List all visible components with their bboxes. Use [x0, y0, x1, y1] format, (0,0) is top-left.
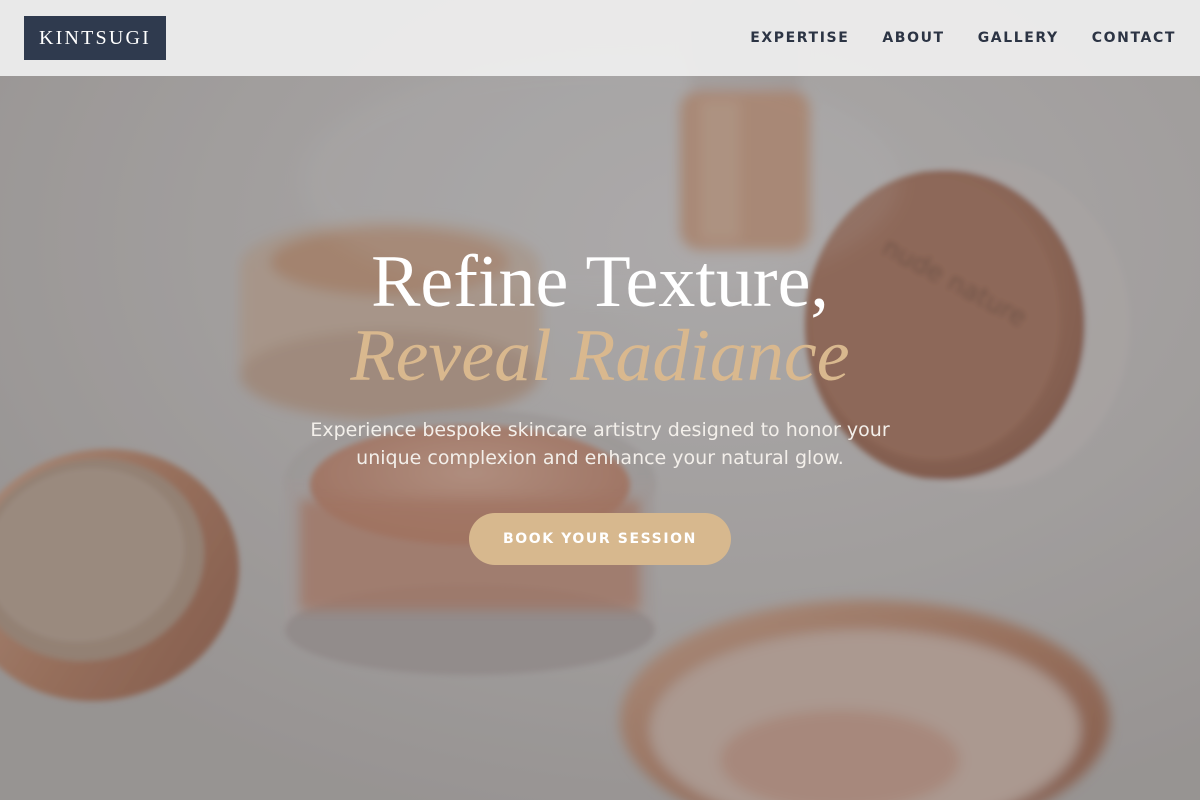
nav-link-about[interactable]: ABOUT	[882, 30, 944, 46]
nav-link-contact[interactable]: CONTACT	[1092, 30, 1176, 46]
hero-headline-line1: Refine Texture,	[371, 241, 829, 323]
hero-subtext: Experience bespoke skincare artistry des…	[310, 419, 890, 469]
hero-headline-line2: Reveal Radiance	[350, 315, 850, 397]
nav-link-expertise[interactable]: EXPERTISE	[750, 30, 849, 46]
brand-logo[interactable]: KINTSUGI	[24, 16, 166, 60]
book-session-button[interactable]: BOOK YOUR SESSION	[469, 513, 731, 565]
main-nav: EXPERTISE ABOUT GALLERY CONTACT	[750, 30, 1176, 46]
hero-content: Refine Texture, Reveal Radiance Experien…	[0, 240, 1200, 565]
site-header: KINTSUGI EXPERTISE ABOUT GALLERY CONTACT	[0, 0, 1200, 76]
nav-link-gallery[interactable]: GALLERY	[978, 30, 1059, 46]
